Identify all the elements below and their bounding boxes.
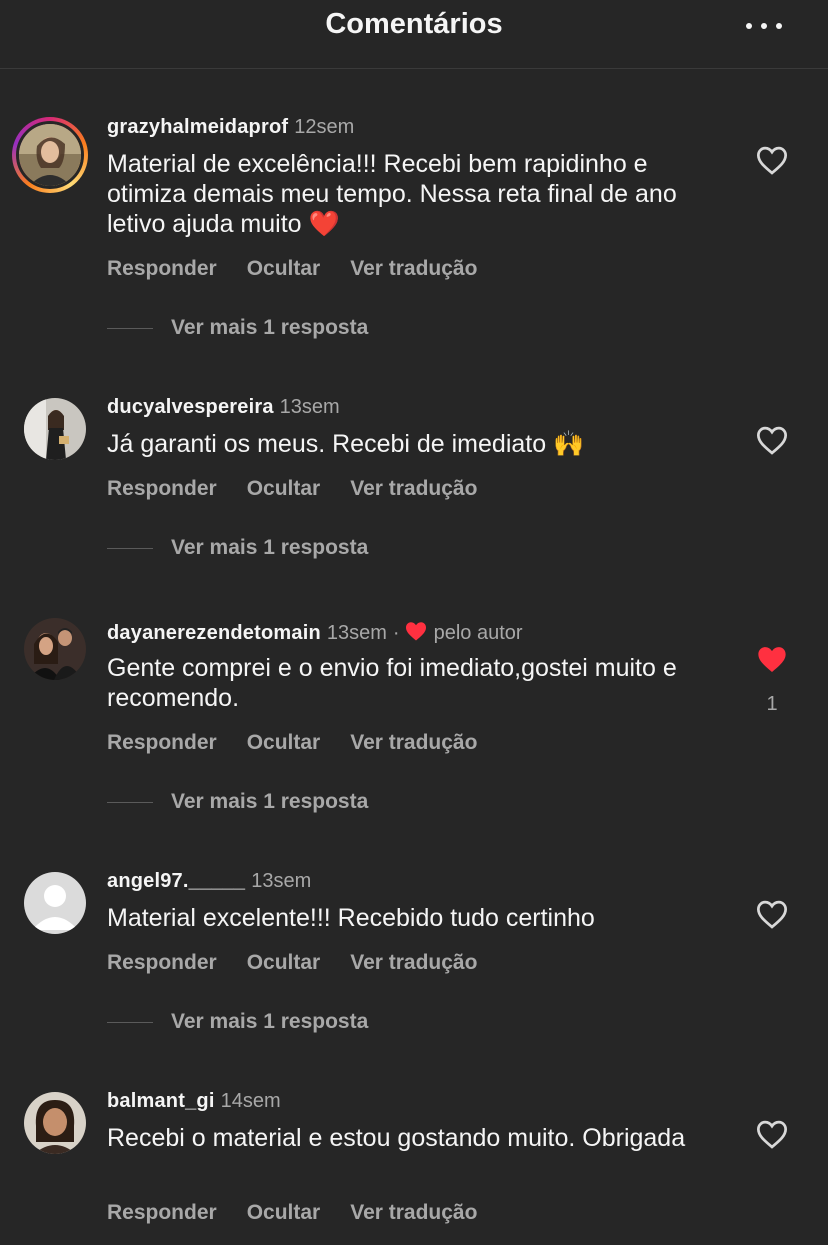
comment-actions: Responder Ocultar Ver tradução [107, 257, 507, 281]
profile-photo-icon [24, 1092, 86, 1154]
comment-text: Recebi o material e estou gostando muito… [107, 1124, 686, 1152]
profile-photo-icon [24, 398, 86, 460]
comment-header: dayanerezendetomain 13sem · pelo autor [107, 620, 523, 645]
username[interactable]: grazyhalmeidaprof [107, 116, 288, 138]
replies-divider [107, 327, 153, 329]
username[interactable]: balmant_gi [107, 1090, 215, 1112]
reply-button[interactable]: Responder [107, 951, 217, 974]
comment-actions: Responder Ocultar Ver tradução [107, 477, 507, 501]
username[interactable]: dayanerezendetomain [107, 622, 321, 644]
more-horizontal-icon[interactable] [746, 20, 782, 32]
comment-actions: Responder Ocultar Ver tradução [107, 951, 507, 975]
view-replies-label: Ver mais 1 resposta [171, 1010, 369, 1033]
replies-divider [107, 1021, 153, 1023]
avatar[interactable] [24, 872, 86, 934]
view-replies-label: Ver mais 1 resposta [171, 536, 369, 559]
hide-button[interactable]: Ocultar [247, 1201, 321, 1224]
view-replies-button[interactable]: Ver mais 1 resposta [107, 1010, 368, 1034]
default-avatar-icon [24, 872, 86, 934]
translate-button[interactable]: Ver tradução [350, 477, 477, 500]
hide-button[interactable]: Ocultar [247, 477, 321, 500]
heart-outline-icon[interactable] [755, 145, 789, 175]
username[interactable]: angel97._____ [107, 870, 245, 892]
comment-text: Material de excelência!!! Recebi bem rap… [107, 149, 717, 239]
comment-text: Material excelente!!! Recebido tudo cert… [107, 904, 595, 932]
translate-button[interactable]: Ver tradução [350, 731, 477, 754]
timestamp: 12sem [294, 116, 355, 138]
like-count: 1 [766, 693, 778, 715]
timestamp: 13sem [326, 622, 387, 644]
comment-body: Já garanti os meus. Recebi de imediato [107, 430, 547, 458]
translate-button[interactable]: Ver tradução [350, 1201, 477, 1224]
hide-button[interactable]: Ocultar [247, 951, 321, 974]
comment-header: balmant_gi 14sem [107, 1090, 281, 1113]
avatar[interactable] [24, 398, 86, 460]
replies-divider [107, 547, 153, 549]
avatar[interactable] [24, 1092, 86, 1154]
reply-button[interactable]: Responder [107, 731, 217, 754]
heart-outline-icon[interactable] [755, 1119, 789, 1149]
view-replies-label: Ver mais 1 resposta [171, 316, 369, 339]
profile-photo-icon [24, 618, 86, 680]
replies-divider [107, 801, 153, 803]
timestamp: 13sem [279, 396, 340, 418]
heart-outline-icon[interactable] [755, 425, 789, 455]
reply-button[interactable]: Responder [107, 257, 217, 280]
comment-header: angel97._____ 13sem [107, 870, 311, 893]
header-bar: Comentários [0, 0, 828, 69]
reply-button[interactable]: Responder [107, 1201, 217, 1224]
profile-photo-icon [19, 124, 81, 186]
separator-dot: · [392, 622, 400, 644]
timestamp: 13sem [251, 870, 312, 892]
timestamp: 14sem [220, 1090, 281, 1112]
red-heart-emoji: ❤️ [308, 209, 340, 238]
translate-button[interactable]: Ver tradução [350, 257, 477, 280]
hide-button[interactable]: Ocultar [247, 257, 321, 280]
reply-button[interactable]: Responder [107, 477, 217, 500]
raising-hands-emoji: 🙌 [553, 429, 585, 458]
view-replies-button[interactable]: Ver mais 1 resposta [107, 790, 368, 814]
comment-text: Já garanti os meus. Recebi de imediato 🙌 [107, 429, 717, 459]
comment-actions: Responder Ocultar Ver tradução [107, 731, 507, 755]
comment-text: Gente comprei e o envio foi imediato,gos… [107, 654, 677, 712]
username[interactable]: ducyalvespereira [107, 396, 274, 418]
heart-filled-icon[interactable] [755, 644, 789, 674]
view-replies-label: Ver mais 1 resposta [171, 790, 369, 813]
hide-button[interactable]: Ocultar [247, 731, 321, 754]
avatar[interactable] [24, 618, 86, 680]
avatar[interactable] [12, 117, 88, 193]
heart-filled-icon [405, 622, 426, 641]
comment-body: Material de excelência!!! Recebi bem rap… [107, 150, 677, 238]
page-title: Comentários [325, 8, 503, 40]
heart-outline-icon[interactable] [755, 899, 789, 929]
view-replies-button[interactable]: Ver mais 1 resposta [107, 316, 368, 340]
translate-button[interactable]: Ver tradução [350, 951, 477, 974]
comment-header: ducyalvespereira 13sem [107, 396, 340, 419]
comment-header: grazyhalmeidaprof 12sem [107, 116, 354, 139]
comment-actions: Responder Ocultar Ver tradução [107, 1201, 507, 1225]
view-replies-button[interactable]: Ver mais 1 resposta [107, 536, 368, 560]
liked-by-author-label: pelo autor [433, 622, 523, 644]
